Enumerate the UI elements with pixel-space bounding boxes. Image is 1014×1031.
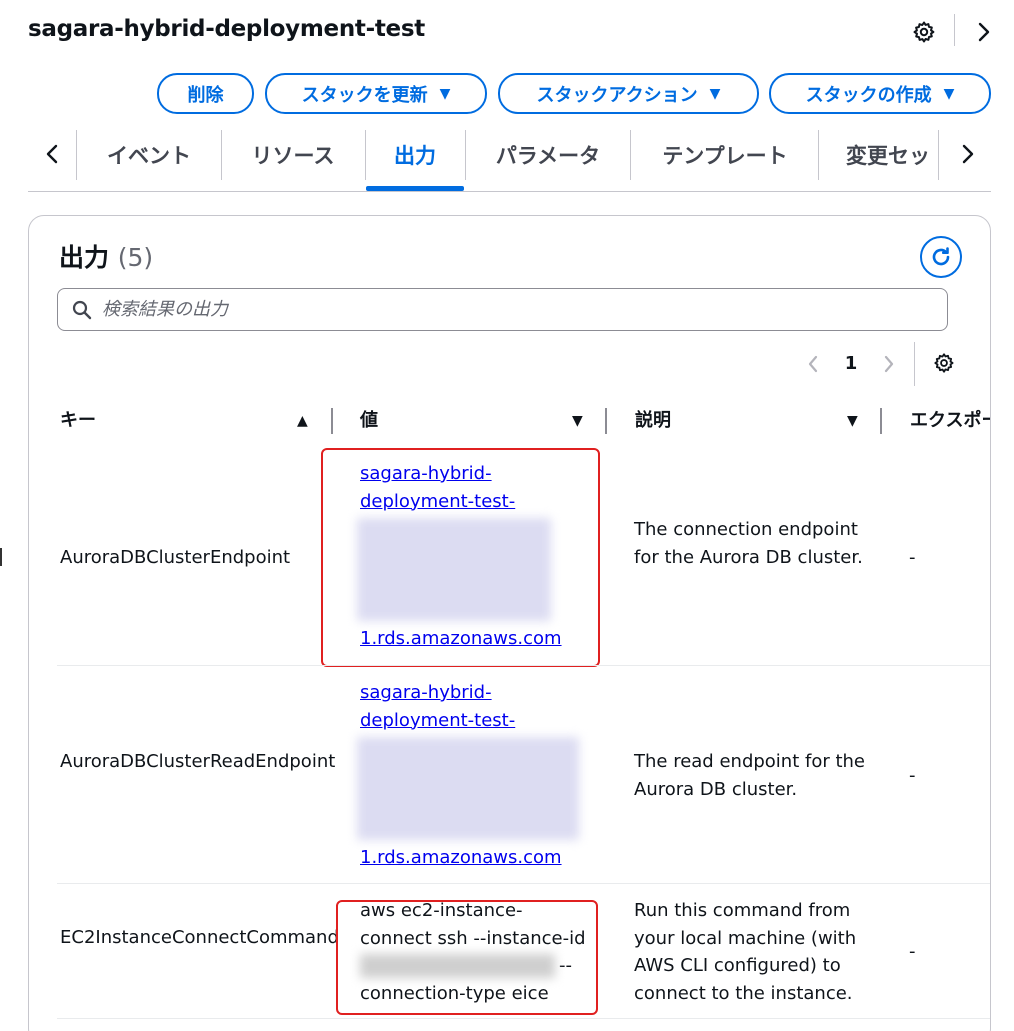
update-stack-button[interactable]: スタックを更新 ▼ xyxy=(265,73,487,114)
delete-button[interactable]: 削除 xyxy=(157,73,254,114)
row-2-value-link-line2[interactable]: deployment-test- xyxy=(360,707,590,735)
column-header-value[interactable]: 値 xyxy=(360,406,378,432)
tab-template[interactable]: テンプレート xyxy=(631,130,819,180)
column-header-export[interactable]: エクスポー xyxy=(910,406,990,432)
search-input[interactable] xyxy=(102,299,882,320)
active-tab-indicator xyxy=(366,186,464,191)
sort-descending-icon[interactable]: ▼ xyxy=(572,413,583,429)
row-2-description: The read endpoint for the Aurora DB clus… xyxy=(634,751,866,800)
caret-down-icon: ▼ xyxy=(709,85,721,102)
output-count: (5) xyxy=(117,243,154,272)
page-edge-mark xyxy=(0,548,2,566)
panel-title-text: 出力 xyxy=(59,243,110,272)
tab-scroll-left-icon[interactable] xyxy=(36,132,68,176)
update-stack-label: スタックを更新 xyxy=(301,84,428,106)
pager-divider xyxy=(914,342,915,386)
tab-bar: イベント リソース 出力 パラメータ テンプレート 変更セッ xyxy=(28,122,991,192)
caret-down-icon: ▼ xyxy=(943,85,955,102)
column-header-description[interactable]: 説明 xyxy=(635,406,671,432)
search-icon xyxy=(72,300,92,319)
row-2-value: sagara-hybrid- deployment-test- 1.rds.am… xyxy=(357,679,590,872)
table-settings-gear-icon[interactable] xyxy=(929,348,959,378)
stack-actions-label: スタックアクション xyxy=(536,84,698,106)
sort-ascending-icon[interactable]: ▲ xyxy=(297,413,308,429)
row-3-export: - xyxy=(909,941,916,962)
next-page-icon[interactable] xyxy=(875,349,903,379)
column-header-key[interactable]: キー xyxy=(60,406,96,432)
tab-outputs[interactable]: 出力 xyxy=(366,130,464,180)
refresh-button[interactable] xyxy=(920,236,962,278)
row-3-key: EC2InstanceConnectCommand xyxy=(60,927,339,948)
row-1-key: AuroraDBClusterEndpoint xyxy=(60,547,291,568)
refresh-icon xyxy=(932,247,950,266)
tab-change-sets[interactable]: 変更セッ xyxy=(819,130,937,180)
row-divider xyxy=(57,883,990,884)
search-field[interactable] xyxy=(57,288,948,331)
tab-resources[interactable]: リソース xyxy=(222,130,364,180)
settings-gear-icon[interactable] xyxy=(909,17,939,47)
row-divider xyxy=(57,665,990,666)
sort-descending-icon[interactable]: ▼ xyxy=(847,413,858,429)
stack-actions-button[interactable]: スタックアクション ▼ xyxy=(498,73,759,114)
highlight-box xyxy=(336,900,598,1015)
stack-title: sagara-hybrid-deployment-test xyxy=(28,16,425,42)
row-3-description: Run this command from your local machine… xyxy=(634,900,857,1004)
row-2-export: - xyxy=(909,765,916,786)
row-divider xyxy=(57,1018,990,1019)
chevron-right-icon[interactable] xyxy=(970,17,998,47)
tab-parameters[interactable]: パラメータ xyxy=(466,130,630,180)
row-1-export: - xyxy=(909,547,916,568)
outputs-panel: 出力 (5) 1 キー ▲ 値 ▼ 説明 ▼ エクスポー AuroraDBClu… xyxy=(28,215,991,1031)
create-stack-button[interactable]: スタックの作成 ▼ xyxy=(769,73,991,114)
row-1-description: The connection endpoint for the Aurora D… xyxy=(634,519,863,568)
create-stack-label: スタックの作成 xyxy=(805,84,932,106)
row-2-value-link-last[interactable]: 1.rds.amazonaws.com xyxy=(360,844,590,872)
current-page-number[interactable]: 1 xyxy=(837,350,865,378)
tab-events[interactable]: イベント xyxy=(78,130,220,180)
row-2-value-link-line1[interactable]: sagara-hybrid- xyxy=(360,679,590,707)
redacted-value xyxy=(357,737,579,840)
tab-scroll-right-icon[interactable] xyxy=(952,132,984,176)
row-2-key: AuroraDBClusterReadEndpoint xyxy=(60,751,336,772)
delete-button-label: 削除 xyxy=(187,84,224,106)
previous-page-icon[interactable] xyxy=(799,349,827,379)
caret-down-icon: ▼ xyxy=(439,85,451,102)
panel-title: 出力 (5) xyxy=(59,238,153,274)
header-divider xyxy=(954,14,955,46)
highlight-box xyxy=(321,448,600,667)
